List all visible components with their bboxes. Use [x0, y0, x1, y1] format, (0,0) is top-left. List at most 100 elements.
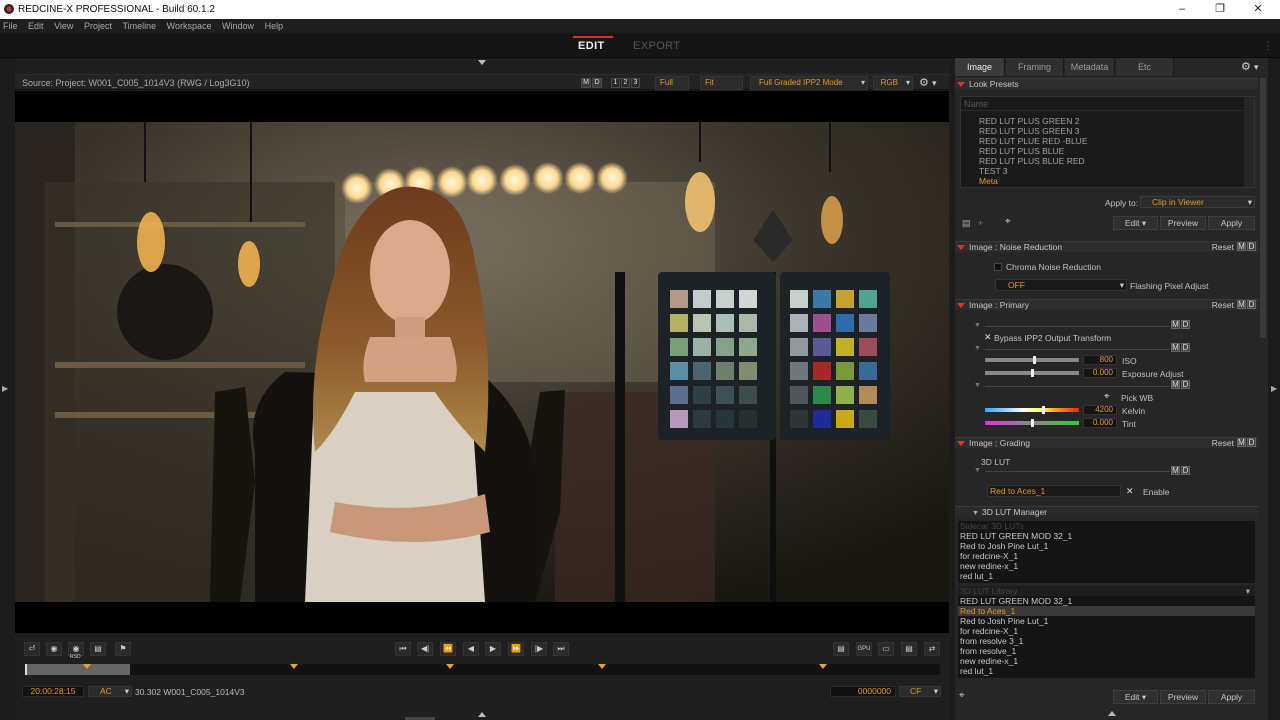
lut-field[interactable]: Red to Aces_1: [987, 485, 1121, 497]
resolution-select[interactable]: Full▾: [655, 76, 689, 99]
collapse-top-icon[interactable]: [478, 60, 486, 65]
primary-reset-button[interactable]: Reset: [1212, 300, 1234, 311]
step-back-icon[interactable]: ◀: [463, 642, 479, 656]
tc-mode-select[interactable]: AC ▾: [88, 686, 132, 697]
library-lut-item[interactable]: red lut_1: [958, 666, 1255, 676]
crosshair-icon[interactable]: ⌖: [959, 690, 965, 701]
m-button[interactable]: M: [581, 78, 591, 88]
kelvin-slider-thumb[interactable]: [1042, 406, 1045, 414]
tab-edit[interactable]: EDIT: [578, 40, 605, 52]
right-panel-toggle-icon[interactable]: ▶: [1271, 384, 1277, 393]
fast-forward-icon[interactable]: ⏩: [508, 642, 524, 656]
lut-apply-button[interactable]: Apply: [1208, 690, 1255, 704]
collapse-triangle-icon[interactable]: ▼: [974, 322, 981, 329]
fpa-select[interactable]: OFF ▾: [995, 279, 1127, 291]
preset-item[interactable]: RED LUT PLUS BLUE: [979, 146, 1087, 156]
section-look-presets[interactable]: Look Presets: [955, 78, 1258, 89]
next-mark-icon[interactable]: |▶: [531, 642, 547, 656]
gpu-icon[interactable]: GPU: [856, 642, 872, 656]
layout-2-button[interactable]: 2: [621, 78, 630, 88]
library-lut-item[interactable]: from resolve 3_1: [958, 636, 1255, 646]
noise-md-buttons[interactable]: MD: [1236, 242, 1256, 251]
chroma-checkbox[interactable]: [994, 263, 1002, 271]
preset-item[interactable]: RED LUT PLUS BLUE RED: [979, 156, 1087, 166]
iso-value[interactable]: 800: [1083, 355, 1117, 365]
rsd-snapshot-icon[interactable]: RSD ◉: [68, 642, 84, 660]
close-icon[interactable]: ✕: [1246, 2, 1270, 17]
channel-select[interactable]: RGB ▾: [873, 76, 913, 90]
tint-value[interactable]: 0.000: [1083, 418, 1117, 428]
sidecar-lut-item[interactable]: new redine-x_1: [958, 561, 1255, 571]
tab-image[interactable]: Image: [955, 58, 1005, 76]
grip-icon[interactable]: ⋮: [1263, 41, 1273, 52]
collapse-triangle-icon[interactable]: ▼: [974, 345, 981, 352]
apply-to-select[interactable]: Clip in Viewer ▾: [1140, 196, 1255, 208]
library-lut-item[interactable]: new redine-x_1: [958, 656, 1255, 666]
kelvin-value[interactable]: 4200: [1083, 405, 1117, 415]
frame-mode-select[interactable]: CF ▾: [899, 686, 941, 697]
layout-1-button[interactable]: 1: [611, 78, 620, 88]
folder-icon[interactable]: ▤: [962, 218, 971, 229]
menu-workspace[interactable]: Workspace: [163, 19, 216, 33]
flip-icon[interactable]: ⏎: [24, 642, 40, 656]
presets-scrollbar[interactable]: [1244, 97, 1254, 187]
preset-item-selected[interactable]: Meta: [979, 176, 1087, 186]
tint-slider-thumb[interactable]: [1031, 419, 1034, 427]
d-button[interactable]: D: [592, 78, 602, 88]
tab-etc[interactable]: Etc: [1116, 58, 1174, 76]
frame-field[interactable]: 0000000: [830, 686, 896, 697]
preset-item[interactable]: TEST 3: [979, 166, 1087, 176]
section-primary[interactable]: Image : Primary Reset: [955, 299, 1258, 310]
sidecar-lut-item[interactable]: red lut_1: [958, 571, 1255, 581]
noise-reset-button[interactable]: Reset: [1212, 242, 1234, 253]
timecode-field[interactable]: 20:00:28:15: [22, 686, 84, 697]
menu-project[interactable]: Project: [80, 19, 116, 33]
library-lut-item[interactable]: Red to Josh Pine Lut_1: [958, 616, 1255, 626]
bypass-checkbox[interactable]: ✕: [984, 332, 992, 343]
iso-slider[interactable]: [985, 358, 1079, 362]
grading-md-buttons[interactable]: MD: [1236, 438, 1256, 447]
library-lut-item[interactable]: from resolve_1: [958, 646, 1255, 656]
preset-apply-button[interactable]: Apply: [1208, 216, 1255, 230]
prev-mark-icon[interactable]: ◀|: [417, 642, 433, 656]
flag-icon[interactable]: ⚑: [115, 642, 131, 656]
collapse-triangle-icon[interactable]: ▼: [974, 382, 981, 389]
exposure-slider-thumb[interactable]: [1031, 369, 1034, 377]
section-grading[interactable]: Image : Grading Reset: [955, 437, 1258, 448]
display-icon[interactable]: ▤: [833, 642, 849, 656]
sidecar-lut-item[interactable]: for redcine-X_1: [958, 551, 1255, 561]
lut-preview-button[interactable]: Preview: [1160, 690, 1206, 704]
iso-slider-thumb[interactable]: [1033, 356, 1036, 364]
sidecar-lut-item[interactable]: RED LUT GREEN MOD 32_1: [958, 531, 1255, 541]
preset-edit-button[interactable]: Edit ▾: [1113, 216, 1158, 230]
playhead[interactable]: [25, 664, 27, 675]
subsection-md-buttons[interactable]: MD: [1170, 343, 1190, 352]
menu-edit[interactable]: Edit: [24, 19, 48, 33]
crosshair-icon[interactable]: ⌖: [1005, 216, 1011, 227]
layout-3-button[interactable]: 3: [631, 78, 640, 88]
timeline-marker[interactable]: [446, 664, 454, 669]
loop-icon[interactable]: ⇄: [924, 642, 940, 656]
menu-timeline[interactable]: Timeline: [118, 19, 160, 33]
fit-select[interactable]: Fit Both▾: [700, 76, 743, 99]
panel-collapse-icon[interactable]: [1108, 711, 1116, 716]
library-lut-list[interactable]: 3D LUT Library ▾ RED LUT GREEN MOD 32_1 R…: [958, 586, 1255, 678]
go-start-icon[interactable]: ⏮: [395, 642, 411, 656]
library-lut-item[interactable]: for redcine-X_1: [958, 626, 1255, 636]
snapshot-icon[interactable]: ◉: [46, 642, 62, 656]
chevron-down-icon[interactable]: ▾: [1254, 62, 1259, 73]
menu-help[interactable]: Help: [261, 19, 288, 33]
gear-icon[interactable]: ⚙: [919, 76, 929, 89]
debayer-mode-select[interactable]: Full Graded IPP2 Mode ▾: [750, 76, 868, 90]
presets-list[interactable]: Name RED LUT PLUS GREEN 2 RED LUT PLUS G…: [960, 96, 1255, 188]
timeline-marker[interactable]: [83, 664, 91, 669]
exposure-value[interactable]: 0.000: [1083, 368, 1117, 378]
collapse-triangle-icon[interactable]: ▼: [974, 467, 981, 474]
tab-metadata[interactable]: Metadata: [1065, 58, 1115, 76]
preset-item[interactable]: RED LUT PLUS GREEN 2: [979, 116, 1087, 126]
minimize-icon[interactable]: –: [1170, 2, 1194, 17]
pick-wb-icon[interactable]: ⌖: [1104, 391, 1110, 402]
kelvin-slider[interactable]: [985, 408, 1079, 412]
tab-framing[interactable]: Framing: [1006, 58, 1064, 76]
timeline-marker[interactable]: [598, 664, 606, 669]
